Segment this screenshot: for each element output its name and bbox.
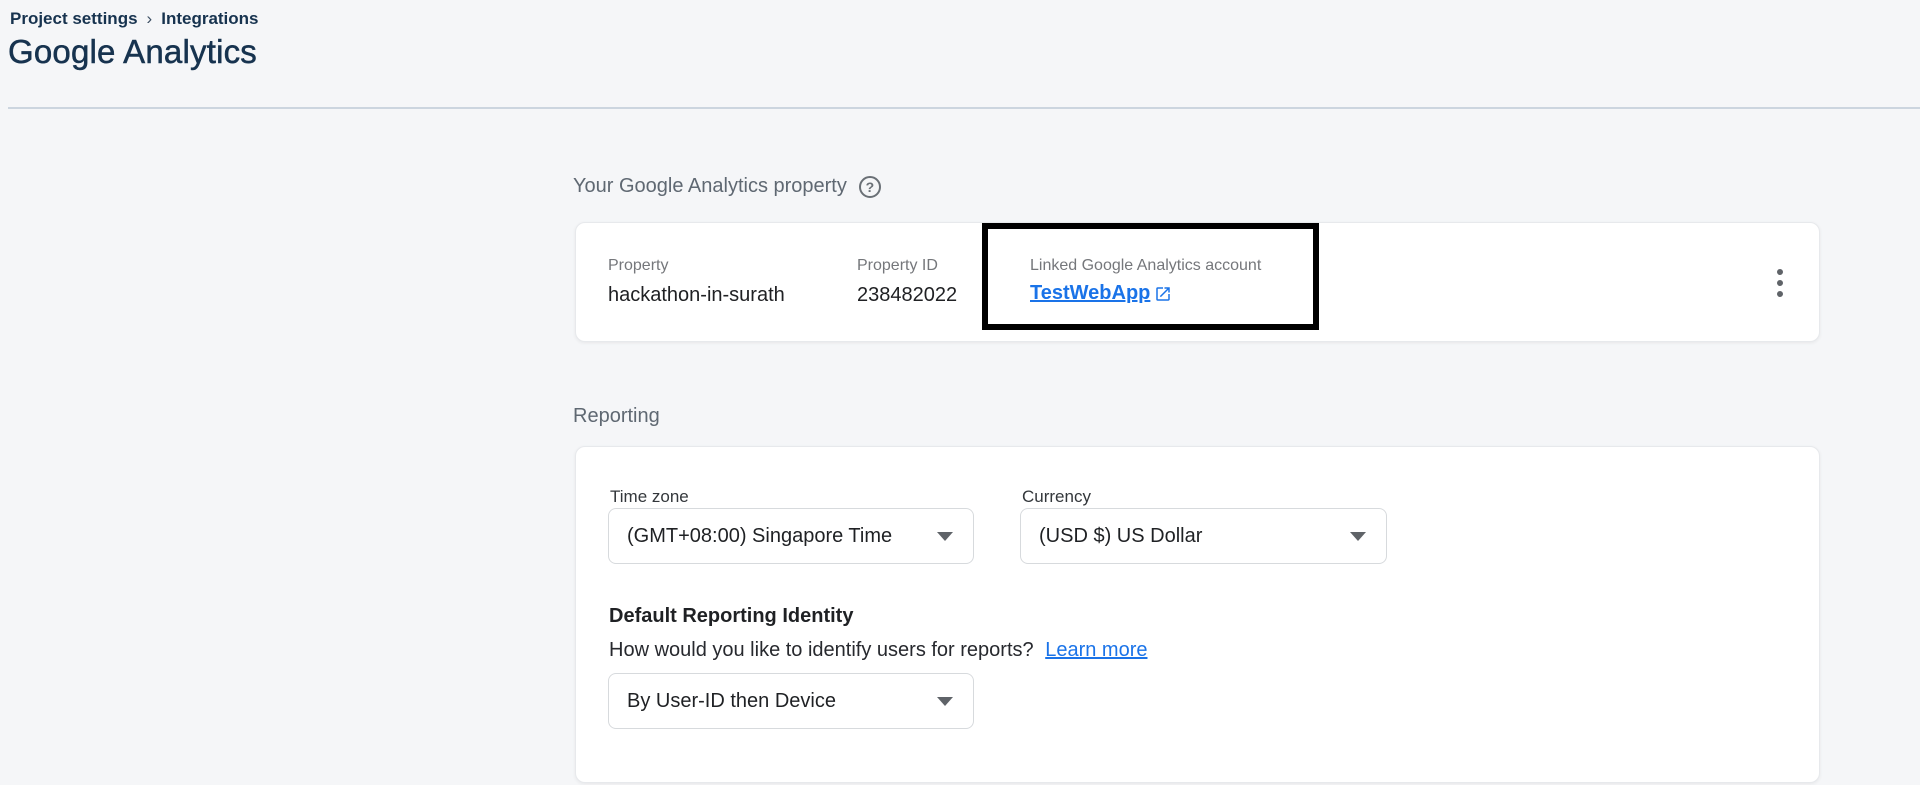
kebab-dot bbox=[1777, 291, 1783, 297]
overflow-menu-button[interactable] bbox=[1771, 263, 1789, 303]
kebab-dot bbox=[1777, 269, 1783, 275]
breadcrumb-project-settings[interactable]: Project settings bbox=[10, 9, 138, 29]
property-section-header: Your Google Analytics property ? bbox=[573, 175, 881, 198]
property-value: hackathon-in-surath bbox=[608, 284, 785, 307]
page-title: Google Analytics bbox=[8, 33, 257, 71]
learn-more-link[interactable]: Learn more bbox=[1045, 639, 1147, 661]
reporting-identity-value: By User-ID then Device bbox=[627, 690, 836, 713]
reporting-card: Time zone (GMT+08:00) Singapore Time Cur… bbox=[575, 446, 1820, 783]
time-zone-select[interactable]: (GMT+08:00) Singapore Time bbox=[608, 508, 974, 564]
linked-account-name: TestWebApp bbox=[1030, 282, 1150, 305]
property-id-field: Property ID 238482022 bbox=[857, 257, 957, 307]
breadcrumb-integrations[interactable]: Integrations bbox=[161, 9, 258, 29]
linked-account-field: Linked Google Analytics account TestWebA… bbox=[1030, 257, 1261, 305]
chevron-down-icon bbox=[937, 532, 953, 541]
currency-select[interactable]: (USD $) US Dollar bbox=[1020, 508, 1387, 564]
reporting-section-header: Reporting bbox=[573, 405, 660, 428]
breadcrumb: Project settings › Integrations bbox=[10, 9, 259, 29]
chevron-down-icon bbox=[1350, 532, 1366, 541]
kebab-dot bbox=[1777, 280, 1783, 286]
open-in-new-icon bbox=[1154, 285, 1172, 303]
linked-account-label: Linked Google Analytics account bbox=[1030, 257, 1261, 275]
default-reporting-identity-heading: Default Reporting Identity bbox=[609, 605, 853, 628]
property-field: Property hackathon-in-surath bbox=[608, 257, 785, 307]
currency-label: Currency bbox=[1022, 487, 1091, 507]
property-label: Property bbox=[608, 257, 785, 275]
breadcrumb-chevron-icon: › bbox=[147, 9, 153, 29]
header-divider bbox=[8, 107, 1920, 109]
currency-value: (USD $) US Dollar bbox=[1039, 525, 1202, 548]
property-id-label: Property ID bbox=[857, 257, 957, 275]
reporting-identity-select[interactable]: By User-ID then Device bbox=[608, 673, 974, 729]
linked-analytics-account-link[interactable]: TestWebApp bbox=[1030, 282, 1172, 305]
property-card: Property hackathon-in-surath Property ID… bbox=[575, 222, 1820, 342]
reporting-identity-question: How would you like to identify users for… bbox=[609, 639, 1034, 661]
time-zone-label: Time zone bbox=[610, 487, 689, 507]
property-id-value: 238482022 bbox=[857, 284, 957, 307]
help-icon[interactable]: ? bbox=[859, 176, 881, 198]
property-section-title: Your Google Analytics property bbox=[573, 175, 847, 198]
reporting-identity-description: How would you like to identify users for… bbox=[609, 639, 1147, 662]
time-zone-value: (GMT+08:00) Singapore Time bbox=[627, 525, 892, 548]
chevron-down-icon bbox=[937, 697, 953, 706]
